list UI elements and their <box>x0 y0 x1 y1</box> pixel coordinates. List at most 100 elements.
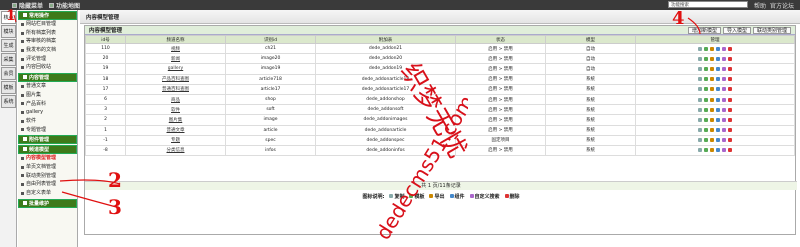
cell-status[interactable]: 启用 > 禁用 <box>455 73 546 85</box>
delete-icon[interactable] <box>728 148 732 153</box>
sidebar-item[interactable]: 图片集 <box>18 91 77 100</box>
template-icon[interactable] <box>704 107 708 112</box>
export-icon[interactable] <box>710 66 714 71</box>
copy-icon[interactable] <box>698 117 702 122</box>
cell-name[interactable]: 新闻 <box>125 53 226 65</box>
sidebar-item[interactable]: 专题管理 <box>18 126 77 135</box>
group-content[interactable]: 内容管理 <box>18 73 77 83</box>
function-search-input[interactable]: 功能搜索 <box>668 1 748 8</box>
template-icon[interactable] <box>704 66 708 71</box>
delete-icon[interactable] <box>728 87 732 92</box>
component-icon[interactable] <box>716 117 720 122</box>
custom-search-icon[interactable] <box>722 97 726 102</box>
vtab-module[interactable]: 模块 <box>1 25 16 38</box>
component-icon[interactable] <box>716 138 720 143</box>
sidebar-item[interactable]: 自由列表管理 <box>18 180 77 189</box>
export-icon[interactable] <box>710 107 714 112</box>
delete-icon[interactable] <box>728 66 732 71</box>
sidebar-item[interactable]: 评论管理 <box>18 55 77 64</box>
delete-icon[interactable] <box>728 56 732 61</box>
template-icon[interactable] <box>704 128 708 133</box>
delete-icon[interactable] <box>728 46 732 51</box>
cell-name[interactable]: 专题 <box>125 134 226 146</box>
sidebar-item[interactable]: 普通文章 <box>18 82 77 91</box>
copy-icon[interactable] <box>698 56 702 61</box>
cell-status[interactable]: 启用 > 禁用 <box>455 42 546 55</box>
cell-status[interactable]: 启用 > 禁用 <box>455 63 546 75</box>
template-icon[interactable] <box>704 97 708 102</box>
cell-status[interactable]: 启用 > 禁用 <box>455 53 546 65</box>
export-icon[interactable] <box>710 148 714 153</box>
component-icon[interactable] <box>716 77 720 82</box>
custom-search-icon[interactable] <box>722 66 726 71</box>
sidebar-item[interactable]: 软件 <box>18 117 77 126</box>
cell-name[interactable]: 分类信息 <box>125 144 226 157</box>
cell-name[interactable]: 产品百科查图 <box>125 73 226 85</box>
cell-name[interactable]: 图片集 <box>125 114 226 126</box>
export-icon[interactable] <box>710 128 714 133</box>
copy-icon[interactable] <box>698 138 702 143</box>
cell-name[interactable]: 商品 <box>125 93 226 106</box>
template-icon[interactable] <box>704 46 708 51</box>
copy-icon[interactable] <box>698 148 702 153</box>
component-icon[interactable] <box>716 46 720 51</box>
hide-menu-link[interactable]: 隐藏菜单 <box>12 1 43 10</box>
custom-search-icon[interactable] <box>722 107 726 112</box>
vtab-system[interactable]: 系统 <box>1 95 16 108</box>
export-icon[interactable] <box>710 138 714 143</box>
component-icon[interactable] <box>716 56 720 61</box>
sidebar-item[interactable]: gallery <box>18 108 77 117</box>
component-icon[interactable] <box>716 87 720 92</box>
export-icon[interactable] <box>710 87 714 92</box>
vtab-member[interactable]: 会员 <box>1 67 16 80</box>
sidebar-item[interactable]: 等审核的档案 <box>18 37 77 46</box>
cell-status[interactable]: 启用 > 禁用 <box>455 114 546 126</box>
copy-icon[interactable] <box>698 87 702 92</box>
cell-status[interactable]: 启用 > 禁用 <box>455 83 546 95</box>
copy-icon[interactable] <box>698 77 702 82</box>
cell-name[interactable]: 软件 <box>125 104 226 116</box>
custom-search-icon[interactable] <box>722 138 726 143</box>
sidebar-item[interactable]: 自定义表单 <box>18 189 77 198</box>
cell-status[interactable]: 启用 > 禁用 <box>455 104 546 116</box>
add-model-button[interactable]: 增加新模型 <box>687 26 721 34</box>
export-icon[interactable] <box>710 117 714 122</box>
sidebar-item-content-model[interactable]: 内容模型管理 <box>18 154 77 163</box>
cell-status[interactable]: 启用 > 禁用 <box>455 124 546 136</box>
export-icon[interactable] <box>710 77 714 82</box>
cell-name[interactable]: 普通百科查图 <box>125 83 226 95</box>
custom-search-icon[interactable] <box>722 117 726 122</box>
delete-icon[interactable] <box>728 128 732 133</box>
component-icon[interactable] <box>716 148 720 153</box>
sidebar-item[interactable]: 我发布的文档 <box>18 46 77 55</box>
template-icon[interactable] <box>704 77 708 82</box>
group-channel-model[interactable]: 频道模型 <box>18 145 77 155</box>
custom-search-icon[interactable] <box>722 77 726 82</box>
template-icon[interactable] <box>704 56 708 61</box>
cell-name[interactable]: gallery <box>125 63 226 75</box>
vtab-generate[interactable]: 生成 <box>1 39 16 52</box>
group-attachment[interactable]: 附件管理 <box>18 135 77 145</box>
import-model-button[interactable]: 导入模型 <box>722 26 751 34</box>
sidebar-item[interactable]: 产品百科 <box>18 100 77 109</box>
sidebar-item[interactable]: 联动类别管理 <box>18 172 77 181</box>
custom-search-icon[interactable] <box>722 46 726 51</box>
copy-icon[interactable] <box>698 107 702 112</box>
custom-search-icon[interactable] <box>722 128 726 133</box>
linkage-button[interactable]: 联动类别管理 <box>752 26 791 34</box>
delete-icon[interactable] <box>728 138 732 143</box>
template-icon[interactable] <box>704 138 708 143</box>
vtab-collect[interactable]: 采集 <box>1 53 16 66</box>
component-icon[interactable] <box>716 128 720 133</box>
sidebar-item[interactable]: 所有档案列表 <box>18 29 77 38</box>
template-icon[interactable] <box>704 87 708 92</box>
sidebar-item[interactable]: 网站栏目管理 <box>18 20 77 29</box>
cell-name[interactable]: 普通文章 <box>125 124 226 136</box>
cell-name[interactable]: 视频 <box>125 42 226 55</box>
forum-link[interactable]: 官方论坛 <box>770 1 794 10</box>
custom-search-icon[interactable] <box>722 87 726 92</box>
export-icon[interactable] <box>710 97 714 102</box>
component-icon[interactable] <box>716 97 720 102</box>
help-link[interactable]: 帮助 <box>754 1 766 10</box>
custom-search-icon[interactable] <box>722 56 726 61</box>
